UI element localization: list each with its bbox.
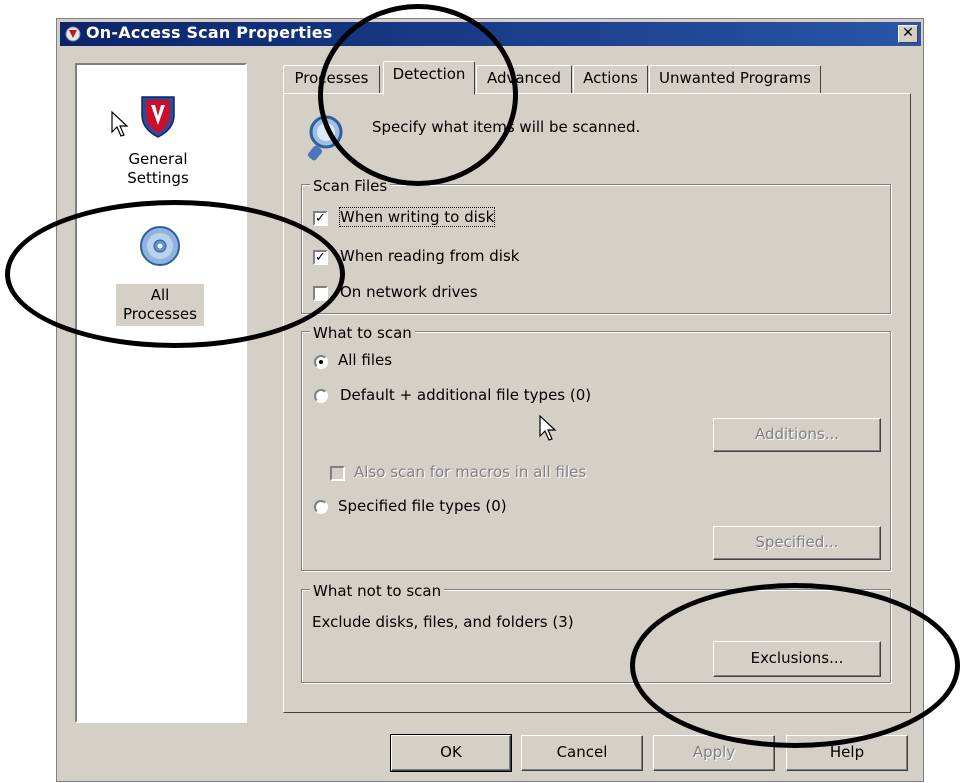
read-disk-label[interactable]: When reading from disk (340, 247, 519, 265)
specified-types-label[interactable]: Specified file types (0) (338, 497, 507, 515)
what-to-scan-legend: What to scan (310, 324, 415, 342)
radio-all-files[interactable] (314, 355, 328, 369)
ok-button[interactable]: OK (390, 734, 512, 772)
all-files-label[interactable]: All files (338, 351, 392, 369)
mcafee-shield-icon[interactable] (136, 93, 180, 139)
default-additional-label[interactable]: Default + additional file types (0) (340, 386, 591, 404)
cancel-button[interactable]: Cancel (521, 735, 643, 771)
tab-actions[interactable]: Actions (573, 65, 648, 93)
mouse-cursor-icon (538, 414, 560, 442)
tab-unwanted-programs[interactable]: Unwanted Programs (649, 65, 821, 93)
app-icon (64, 25, 82, 43)
nav-label-line: Settings (127, 169, 189, 187)
checkbox-macros[interactable] (330, 466, 345, 481)
nav-item-general-settings[interactable]: General Settings (99, 150, 217, 188)
macros-label[interactable]: Also scan for macros in all files (354, 463, 586, 481)
write-disk-label[interactable]: When writing to disk (338, 207, 496, 227)
additions-button[interactable]: Additions... (713, 418, 881, 452)
annotation-ellipse-all-processes (5, 200, 345, 348)
close-button[interactable]: ✕ (898, 25, 918, 43)
checkbox-write-disk[interactable]: ✓ (313, 211, 328, 226)
what-not-to-scan-legend: What not to scan (310, 582, 445, 600)
annotation-ellipse-exclusions (630, 583, 960, 748)
radio-default-additional[interactable] (314, 389, 328, 403)
specified-button[interactable]: Specified... (713, 526, 881, 560)
radio-specified-types[interactable] (314, 500, 328, 514)
scan-files-legend: Scan Files (310, 177, 391, 195)
window-title: On-Access Scan Properties (86, 23, 333, 42)
mouse-cursor-icon (110, 110, 132, 138)
annotation-ellipse-detection-tab (318, 4, 518, 186)
exclusions-description: Exclude disks, files, and folders (3) (312, 613, 574, 631)
nav-label-line: General (128, 150, 188, 168)
network-drives-label[interactable]: On network drives (340, 283, 478, 301)
